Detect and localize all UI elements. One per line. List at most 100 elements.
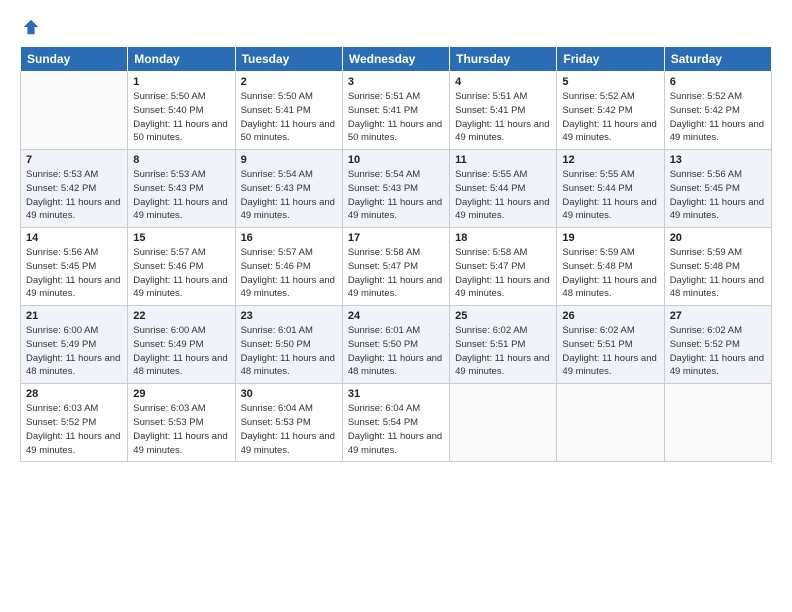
calendar-day-cell: 15Sunrise: 5:57 AM Sunset: 5:46 PM Dayli… <box>128 228 235 306</box>
calendar-day-cell <box>21 72 128 150</box>
calendar-day-cell: 29 Sunrise: 6:03 AM Sunset: 5:53 PM Dayli… <box>128 384 235 462</box>
day-number: 21 <box>26 310 122 322</box>
day-number: 4 <box>455 76 551 88</box>
day-number: 27 <box>670 310 766 322</box>
day-info: Sunrise: 5:55 AM Sunset: 5:44 PM Dayligh… <box>562 168 658 223</box>
day-number: 14 <box>26 232 122 244</box>
calendar-day-cell: 3 Sunrise: 5:51 AM Sunset: 5:41 PM Daylig… <box>342 72 449 150</box>
calendar-day-cell: 28Sunrise: 6:03 AM Sunset: 5:52 PM Dayli… <box>21 384 128 462</box>
calendar-day-cell: 2Sunrise: 5:50 AM Sunset: 5:41 PM Daylig… <box>235 72 342 150</box>
header-day-tuesday: Tuesday <box>235 47 342 72</box>
calendar-day-cell: 30 Sunrise: 6:04 AM Sunset: 5:53 PM Dayli… <box>235 384 342 462</box>
day-info: Sunrise: 6:03 AM Sunset: 5:53 PM Dayligh… <box>133 402 229 457</box>
day-info: Sunrise: 6:01 AM Sunset: 5:50 PM Dayligh… <box>348 324 444 379</box>
day-number: 11 <box>455 154 551 166</box>
calendar-day-cell: 5Sunrise: 5:52 AM Sunset: 5:42 PM Daylig… <box>557 72 664 150</box>
day-number: 26 <box>562 310 658 322</box>
calendar-day-cell: 8Sunrise: 5:53 AM Sunset: 5:43 PM Daylig… <box>128 150 235 228</box>
header-day-thursday: Thursday <box>450 47 557 72</box>
calendar-week-row: 1Sunrise: 5:50 AM Sunset: 5:40 PM Daylig… <box>21 72 772 150</box>
calendar-day-cell: 31 Sunrise: 6:04 AM Sunset: 5:54 PM Dayli… <box>342 384 449 462</box>
calendar-day-cell: 1Sunrise: 5:50 AM Sunset: 5:40 PM Daylig… <box>128 72 235 150</box>
day-info: Sunrise: 5:56 AM Sunset: 5:45 PM Dayligh… <box>670 168 766 223</box>
day-number: 19 <box>562 232 658 244</box>
calendar-page: SundayMondayTuesdayWednesdayThursdayFrid… <box>0 0 792 612</box>
calendar-day-cell: 10Sunrise: 5:54 AM Sunset: 5:43 PM Dayli… <box>342 150 449 228</box>
calendar-day-cell: 25 Sunrise: 6:02 AM Sunset: 5:51 PM Dayli… <box>450 306 557 384</box>
day-info: Sunrise: 5:57 AM Sunset: 5:46 PM Dayligh… <box>241 246 337 301</box>
calendar-day-cell: 6 Sunrise: 5:52 AM Sunset: 5:42 PM Daylig… <box>664 72 771 150</box>
calendar-day-cell: 22 Sunrise: 6:00 AM Sunset: 5:49 PM Dayli… <box>128 306 235 384</box>
calendar-day-cell: 11 Sunrise: 5:55 AM Sunset: 5:44 PM Dayli… <box>450 150 557 228</box>
day-number: 13 <box>670 154 766 166</box>
day-number: 24 <box>348 310 444 322</box>
day-number: 18 <box>455 232 551 244</box>
day-info: Sunrise: 5:59 AM Sunset: 5:48 PM Dayligh… <box>670 246 766 301</box>
header-day-saturday: Saturday <box>664 47 771 72</box>
calendar-day-cell <box>557 384 664 462</box>
day-info: Sunrise: 5:58 AM Sunset: 5:47 PM Dayligh… <box>348 246 444 301</box>
day-number: 10 <box>348 154 444 166</box>
calendar-week-row: 21 Sunrise: 6:00 AM Sunset: 5:49 PM Dayli… <box>21 306 772 384</box>
calendar-day-cell: 26 Sunrise: 6:02 AM Sunset: 5:51 PM Dayli… <box>557 306 664 384</box>
day-number: 29 <box>133 388 229 400</box>
calendar-day-cell: 18 Sunrise: 5:58 AM Sunset: 5:47 PM Dayli… <box>450 228 557 306</box>
header-day-sunday: Sunday <box>21 47 128 72</box>
day-info: Sunrise: 6:00 AM Sunset: 5:49 PM Dayligh… <box>133 324 229 379</box>
day-info: Sunrise: 5:52 AM Sunset: 5:42 PM Dayligh… <box>670 90 766 145</box>
day-number: 30 <box>241 388 337 400</box>
calendar-day-cell <box>664 384 771 462</box>
calendar-day-cell: 13 Sunrise: 5:56 AM Sunset: 5:45 PM Dayli… <box>664 150 771 228</box>
day-info: Sunrise: 5:54 AM Sunset: 5:43 PM Dayligh… <box>241 168 337 223</box>
day-number: 15 <box>133 232 229 244</box>
calendar-day-cell: 24 Sunrise: 6:01 AM Sunset: 5:50 PM Dayli… <box>342 306 449 384</box>
day-number: 25 <box>455 310 551 322</box>
day-info: Sunrise: 6:02 AM Sunset: 5:51 PM Dayligh… <box>455 324 551 379</box>
calendar-day-cell: 7Sunrise: 5:53 AM Sunset: 5:42 PM Daylig… <box>21 150 128 228</box>
day-number: 16 <box>241 232 337 244</box>
day-info: Sunrise: 6:02 AM Sunset: 5:51 PM Dayligh… <box>562 324 658 379</box>
day-number: 22 <box>133 310 229 322</box>
calendar-week-row: 28Sunrise: 6:03 AM Sunset: 5:52 PM Dayli… <box>21 384 772 462</box>
day-info: Sunrise: 6:02 AM Sunset: 5:52 PM Dayligh… <box>670 324 766 379</box>
calendar-day-cell: 14 Sunrise: 5:56 AM Sunset: 5:45 PM Dayli… <box>21 228 128 306</box>
day-info: Sunrise: 5:59 AM Sunset: 5:48 PM Dayligh… <box>562 246 658 301</box>
calendar-day-cell <box>450 384 557 462</box>
day-number: 17 <box>348 232 444 244</box>
day-info: Sunrise: 5:53 AM Sunset: 5:42 PM Dayligh… <box>26 168 122 223</box>
header <box>20 18 772 36</box>
day-number: 6 <box>670 76 766 88</box>
calendar-day-cell: 4 Sunrise: 5:51 AM Sunset: 5:41 PM Daylig… <box>450 72 557 150</box>
day-number: 31 <box>348 388 444 400</box>
calendar-day-cell: 12 Sunrise: 5:55 AM Sunset: 5:44 PM Dayli… <box>557 150 664 228</box>
day-info: Sunrise: 6:04 AM Sunset: 5:53 PM Dayligh… <box>241 402 337 457</box>
day-info: Sunrise: 5:56 AM Sunset: 5:45 PM Dayligh… <box>26 246 122 301</box>
day-info: Sunrise: 6:01 AM Sunset: 5:50 PM Dayligh… <box>241 324 337 379</box>
day-info: Sunrise: 5:51 AM Sunset: 5:41 PM Dayligh… <box>348 90 444 145</box>
calendar-week-row: 7Sunrise: 5:53 AM Sunset: 5:42 PM Daylig… <box>21 150 772 228</box>
logo <box>20 18 40 36</box>
day-number: 20 <box>670 232 766 244</box>
logo-icon <box>22 18 40 36</box>
day-number: 23 <box>241 310 337 322</box>
day-number: 12 <box>562 154 658 166</box>
calendar-week-row: 14 Sunrise: 5:56 AM Sunset: 5:45 PM Dayli… <box>21 228 772 306</box>
day-number: 28 <box>26 388 122 400</box>
calendar-day-cell: 16 Sunrise: 5:57 AM Sunset: 5:46 PM Dayli… <box>235 228 342 306</box>
day-number: 3 <box>348 76 444 88</box>
calendar-table: SundayMondayTuesdayWednesdayThursdayFrid… <box>20 46 772 462</box>
calendar-header-row: SundayMondayTuesdayWednesdayThursdayFrid… <box>21 47 772 72</box>
day-info: Sunrise: 5:58 AM Sunset: 5:47 PM Dayligh… <box>455 246 551 301</box>
day-number: 5 <box>562 76 658 88</box>
header-day-monday: Monday <box>128 47 235 72</box>
day-number: 1 <box>133 76 229 88</box>
day-info: Sunrise: 6:04 AM Sunset: 5:54 PM Dayligh… <box>348 402 444 457</box>
day-info: Sunrise: 5:51 AM Sunset: 5:41 PM Dayligh… <box>455 90 551 145</box>
day-info: Sunrise: 5:55 AM Sunset: 5:44 PM Dayligh… <box>455 168 551 223</box>
day-number: 8 <box>133 154 229 166</box>
calendar-day-cell: 23 Sunrise: 6:01 AM Sunset: 5:50 PM Dayli… <box>235 306 342 384</box>
calendar-day-cell: 9Sunrise: 5:54 AM Sunset: 5:43 PM Daylig… <box>235 150 342 228</box>
calendar-day-cell: 19 Sunrise: 5:59 AM Sunset: 5:48 PM Dayli… <box>557 228 664 306</box>
calendar-day-cell: 17 Sunrise: 5:58 AM Sunset: 5:47 PM Dayli… <box>342 228 449 306</box>
day-info: Sunrise: 5:50 AM Sunset: 5:41 PM Dayligh… <box>241 90 337 145</box>
